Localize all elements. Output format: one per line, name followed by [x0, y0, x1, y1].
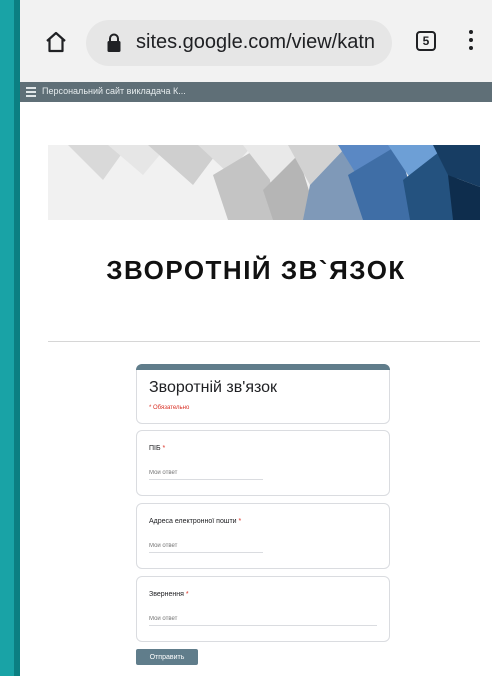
required-marker: * — [238, 518, 242, 525]
required-marker: * — [162, 445, 166, 452]
lock-icon — [107, 33, 121, 52]
submit-button[interactable]: Отправить — [136, 649, 198, 665]
question-card-email: Адреса електронної пошти * — [136, 503, 390, 569]
hamburger-menu-icon[interactable] — [26, 87, 36, 97]
phone-screen: sites.google.com/view/katn 5 Персональни… — [14, 0, 492, 676]
question-card-message: Звернення * — [136, 576, 390, 642]
name-input[interactable] — [149, 467, 263, 480]
message-input[interactable] — [149, 613, 377, 626]
address-bar[interactable]: sites.google.com/view/katn — [86, 20, 392, 66]
url-text: sites.google.com/view/katn — [136, 31, 376, 53]
form-title: Зворотній зв'язок — [149, 379, 278, 396]
header-banner-image — [48, 145, 480, 220]
question-card-name: ПІБ * — [136, 430, 390, 496]
browser-toolbar: sites.google.com/view/katn 5 — [20, 0, 492, 82]
question-label: Адреса електронної пошти * — [149, 518, 242, 525]
question-label: ПІБ * — [149, 445, 166, 452]
page-title: ЗВОРОТНІЙ ЗВ`ЯЗОК — [106, 255, 406, 285]
home-icon[interactable] — [44, 30, 68, 54]
section-divider — [48, 341, 480, 342]
email-input[interactable] — [149, 540, 263, 553]
site-nav-bar: Персональний сайт викладача К... — [20, 82, 492, 102]
required-note: * Обязательно — [149, 405, 190, 411]
more-options-icon[interactable] — [468, 30, 474, 54]
form-accent-bar — [136, 364, 390, 370]
site-title[interactable]: Персональний сайт викладача К... — [42, 86, 186, 96]
form-header-card: Зворотній зв'язок * Обязательно — [136, 364, 390, 424]
tab-switcher-button[interactable]: 5 — [416, 31, 436, 51]
question-label: Звернення * — [149, 591, 189, 598]
required-marker: * — [185, 591, 189, 598]
